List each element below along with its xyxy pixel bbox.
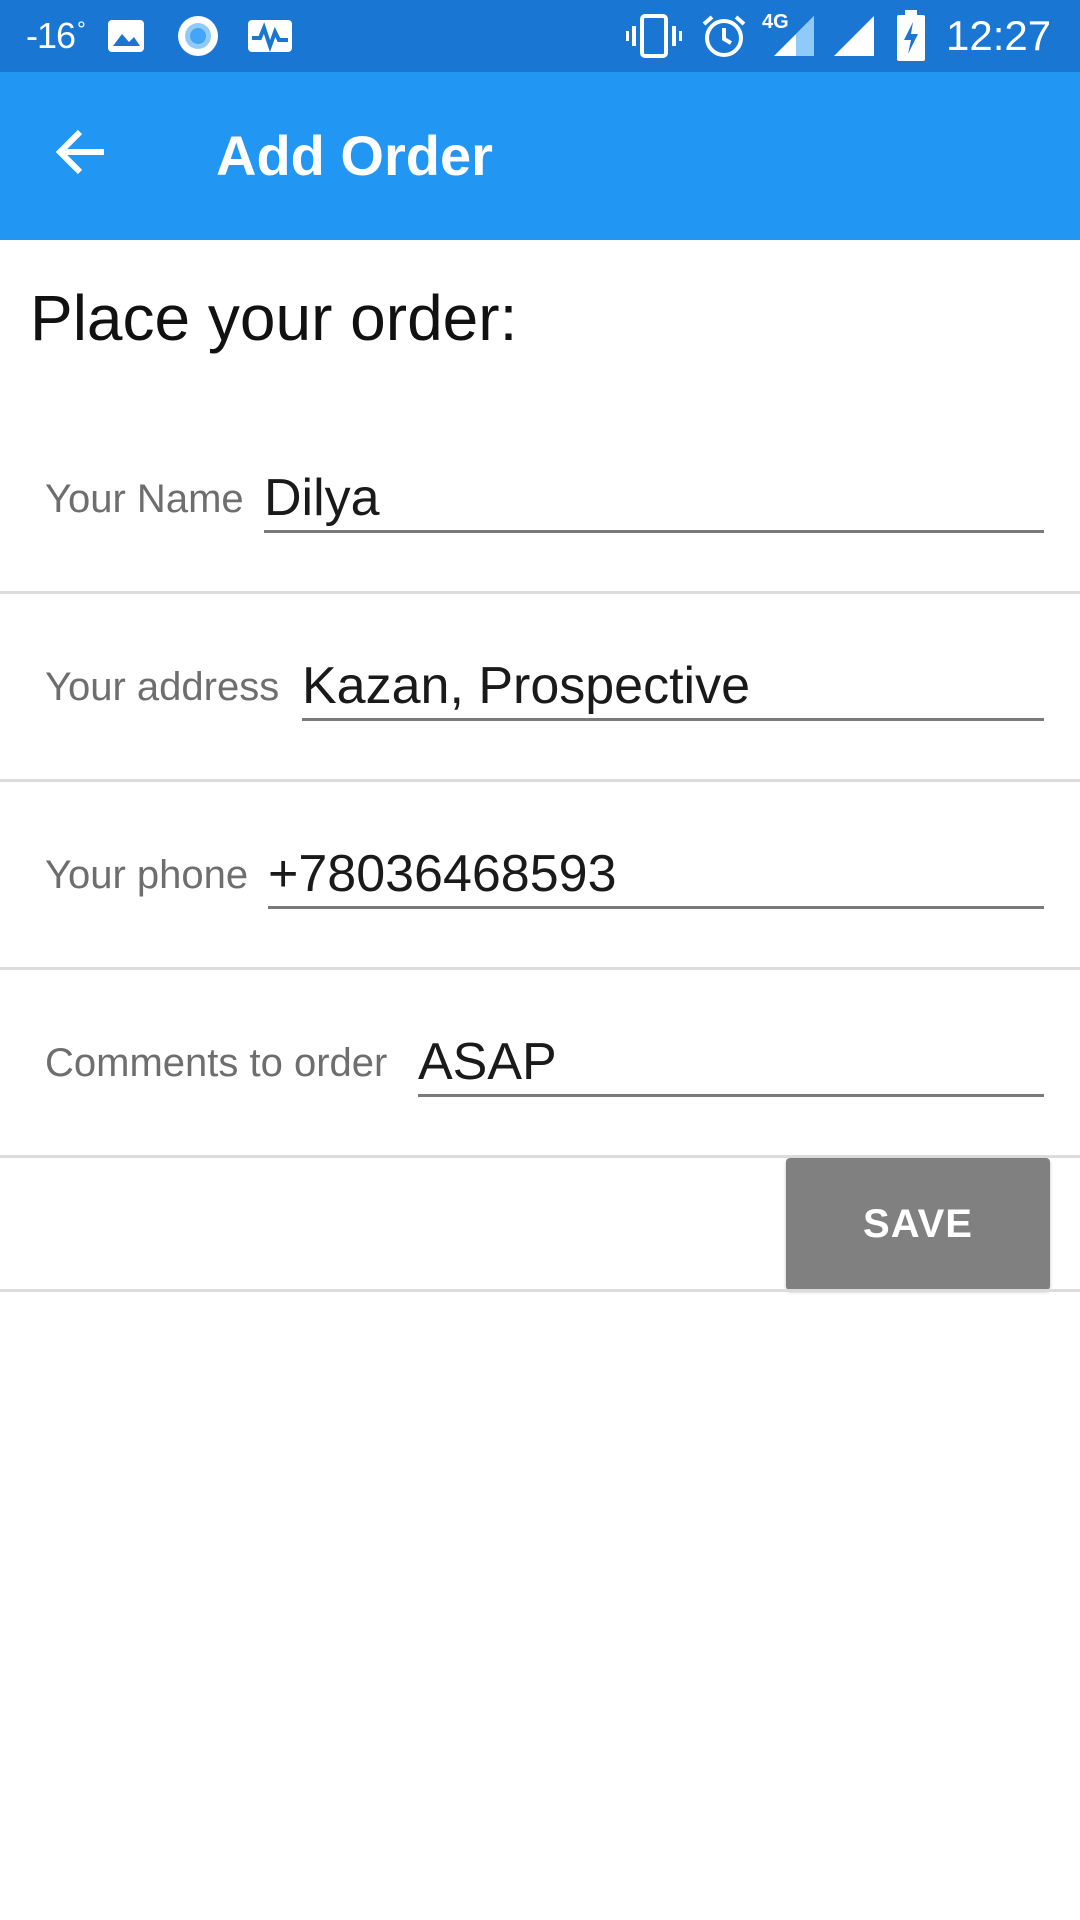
- address-input[interactable]: [302, 654, 1044, 721]
- row-divider: [0, 1289, 1080, 1292]
- phone-input[interactable]: [268, 842, 1044, 909]
- save-button[interactable]: SAVE: [786, 1158, 1050, 1290]
- alarm-icon: [700, 0, 748, 72]
- arrow-back-icon: [55, 129, 104, 175]
- signal-icon: [830, 0, 878, 72]
- phone-label: Your phone: [45, 853, 249, 897]
- comments-input[interactable]: [418, 1030, 1044, 1097]
- battery-charging-icon: [896, 0, 926, 72]
- app-bar: Add Order: [0, 72, 1080, 240]
- temperature-readout: -16 °: [26, 0, 86, 72]
- temperature-value: -16: [26, 15, 76, 56]
- page-heading: Place your order:: [30, 282, 518, 354]
- name-input[interactable]: [264, 466, 1044, 533]
- comments-row: Comments to order: [0, 970, 1080, 1158]
- image-icon: [106, 0, 146, 72]
- comments-label: Comments to order: [45, 1041, 388, 1085]
- save-row: SAVE: [0, 1158, 1080, 1292]
- status-bar: -16 ° 4G 12:27: [0, 0, 1080, 72]
- activity-icon: [246, 0, 294, 72]
- app-title: Add Order: [216, 124, 493, 187]
- address-row: Your address: [0, 594, 1080, 782]
- temperature-unit: °: [77, 17, 86, 42]
- name-row: Your Name: [0, 406, 1080, 594]
- clock: 12:27: [946, 12, 1052, 59]
- circle-record-icon: [176, 0, 220, 72]
- vibrate-icon: [626, 0, 682, 72]
- address-label: Your address: [45, 665, 280, 709]
- phone-row: Your phone: [0, 782, 1080, 970]
- network-type-label: 4G: [762, 10, 789, 33]
- back-button[interactable]: [42, 112, 122, 192]
- name-label: Your Name: [45, 477, 244, 521]
